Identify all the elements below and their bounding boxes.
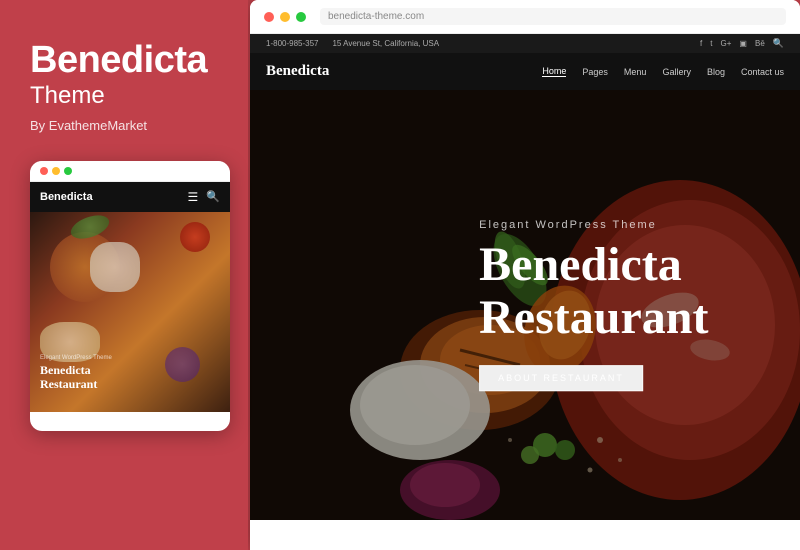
nav-pages[interactable]: Pages [582,67,608,77]
browser-dot-red [264,12,274,22]
mobile-dots [40,167,72,175]
hero-title-line2: Restaurant [479,291,708,344]
mobile-mockup: Benedicta ☰ 🔍 Elegant WordPress Theme Be… [30,161,230,431]
left-panel: Benedicta Theme By EvathemeMarket Benedi… [0,0,248,550]
hero-title-line1: Benedicta [479,238,682,291]
site-info-bar: 1-800-985-357 15 Avenue St, California, … [250,34,800,53]
mobile-hero-eyebrow: Elegant WordPress Theme [40,355,112,361]
social-icons: f t G+ ▣ Bē 🔍 [700,38,784,49]
hero-eyebrow: Elegant WordPress Theme [479,219,708,231]
mobile-logo: Benedicta [40,191,93,203]
site-contact-info: 1-800-985-357 15 Avenue St, California, … [266,39,439,48]
site-logo: Benedicta [266,63,329,80]
nav-blog[interactable]: Blog [707,67,725,77]
desktop-hero: Elegant WordPress Theme Benedicta Restau… [250,90,800,520]
hamburger-icon: ☰ [188,190,199,204]
hero-background: Elegant WordPress Theme Benedicta Restau… [250,90,800,520]
browser-dot-yellow [280,12,290,22]
facebook-icon[interactable]: f [700,39,702,48]
behance-icon[interactable]: Bē [755,39,765,48]
nav-home[interactable]: Home [542,66,566,77]
hero-heading: Benedicta Restaurant [479,239,708,345]
nav-gallery[interactable]: Gallery [662,67,691,77]
search-icon[interactable]: 🔍 [773,38,784,49]
mobile-top-bar [30,161,230,182]
browser-top-bar: benedicta-theme.com [250,0,800,34]
mobile-hero: Elegant WordPress Theme BenedictaRestaur… [30,212,230,412]
desktop-mockup: benedicta-theme.com 1-800-985-357 15 Ave… [250,0,800,550]
search-icon: 🔍 [206,190,220,203]
twitter-icon[interactable]: t [710,39,712,48]
theme-author: By EvathemeMarket [30,118,218,133]
browser-address-bar[interactable]: benedicta-theme.com [320,8,786,25]
mobile-nav: Benedicta ☰ 🔍 [30,182,230,212]
mobile-nav-icons: ☰ 🔍 [188,190,220,204]
about-restaurant-button[interactable]: ABOUT RESTAURANT [479,365,643,391]
google-plus-icon[interactable]: G+ [721,39,732,48]
phone-number: 1-800-985-357 [266,39,318,48]
nav-menu[interactable]: Menu [624,67,647,77]
mobile-dot-red [40,167,48,175]
mobile-hero-text: Elegant WordPress Theme BenedictaRestaur… [40,355,112,392]
mobile-hero-title: BenedictaRestaurant [40,363,112,392]
nav-contact[interactable]: Contact us [741,67,784,77]
site-menu: Home Pages Menu Gallery Blog Contact us [542,66,784,77]
address: 15 Avenue St, California, USA [332,39,439,48]
theme-title: Benedicta [30,40,218,82]
hero-content: Elegant WordPress Theme Benedicta Restau… [479,219,708,391]
instagram-icon[interactable]: ▣ [739,39,747,48]
mobile-dot-green [64,167,72,175]
browser-dot-green [296,12,306,22]
mobile-dot-yellow [52,167,60,175]
theme-subtitle: Theme [30,82,218,110]
site-nav: Benedicta Home Pages Menu Gallery Blog C… [250,53,800,90]
